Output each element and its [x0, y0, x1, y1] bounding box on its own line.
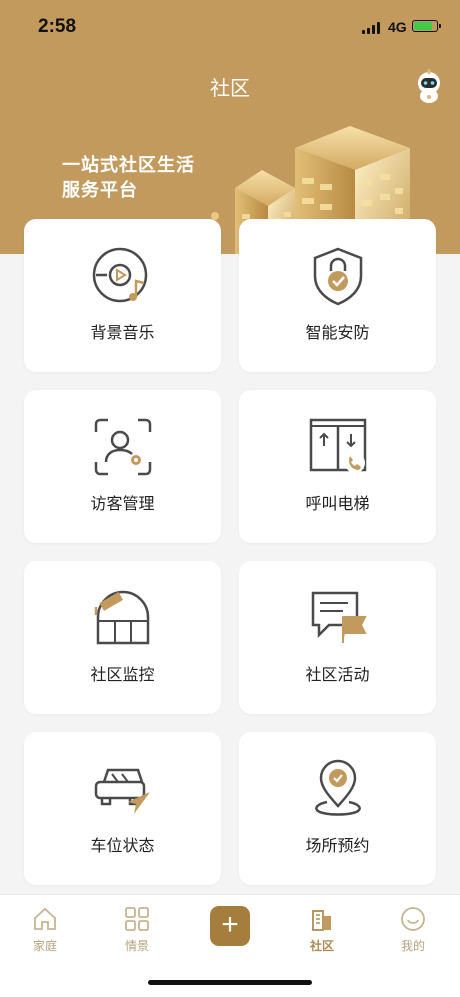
- card-label: 场所预约: [305, 838, 370, 855]
- robot-avatar-icon[interactable]: [413, 68, 445, 104]
- community-icon: [312, 910, 331, 931]
- tab-label: 家庭: [32, 939, 57, 953]
- status-time: 2:58: [38, 16, 77, 37]
- add-button[interactable]: +: [210, 906, 250, 946]
- card-label: 智能安防: [305, 325, 370, 342]
- card-label: 车位状态: [90, 838, 155, 855]
- battery-icon: [412, 20, 441, 32]
- card-visitor-management[interactable]: 访客管理: [24, 390, 221, 543]
- card-community-monitoring[interactable]: 社区监控: [24, 561, 221, 714]
- home-indicator[interactable]: [148, 980, 312, 985]
- slogan-line1: 一站式社区生活: [62, 155, 195, 175]
- activity-icon: [311, 591, 367, 643]
- shield-lock-icon: [313, 247, 363, 306]
- tab-label: 我的: [400, 939, 425, 953]
- profile-icon: [401, 907, 425, 931]
- home-icon: [34, 907, 56, 930]
- card-label: 社区活动: [305, 667, 370, 684]
- card-label: 呼叫电梯: [305, 496, 370, 513]
- tab-profile[interactable]: 我的: [383, 905, 443, 954]
- slogan: 一站式社区生活 服务平台: [62, 153, 195, 203]
- card-community-activities[interactable]: 社区活动: [239, 561, 436, 714]
- card-label: 访客管理: [90, 496, 155, 513]
- card-smart-security[interactable]: 智能安防: [239, 219, 436, 372]
- music-icon: [92, 247, 148, 303]
- tab-label: 情景: [124, 939, 149, 953]
- page-title: 社区: [210, 78, 250, 100]
- header-banner: 2:58 4G 社区 一站式社区生活 服务平台: [0, 0, 460, 254]
- parking-icon: [94, 768, 150, 814]
- card-label: 社区监控: [90, 667, 155, 684]
- elevator-icon: [309, 418, 367, 473]
- monitor-icon: [94, 590, 150, 645]
- signal-icon: [362, 22, 380, 34]
- card-call-elevator[interactable]: 呼叫电梯: [239, 390, 436, 543]
- slogan-line2: 服务平台: [62, 180, 138, 200]
- tab-home[interactable]: 家庭: [15, 905, 75, 954]
- location-icon: [315, 759, 361, 816]
- card-background-music[interactable]: 背景音乐: [24, 219, 221, 372]
- scene-grid-icon: [125, 907, 149, 931]
- status-bar: 2:58 4G: [0, 0, 460, 58]
- card-parking-status[interactable]: 车位状态: [24, 732, 221, 885]
- tab-label: 社区: [309, 939, 334, 953]
- card-label: 背景音乐: [90, 325, 155, 342]
- card-venue-booking[interactable]: 场所预约: [239, 732, 436, 885]
- network-type: 4G: [388, 19, 407, 35]
- tab-scene[interactable]: 情景: [107, 905, 167, 954]
- tab-community[interactable]: 社区: [292, 905, 352, 954]
- visitor-icon: [94, 418, 152, 476]
